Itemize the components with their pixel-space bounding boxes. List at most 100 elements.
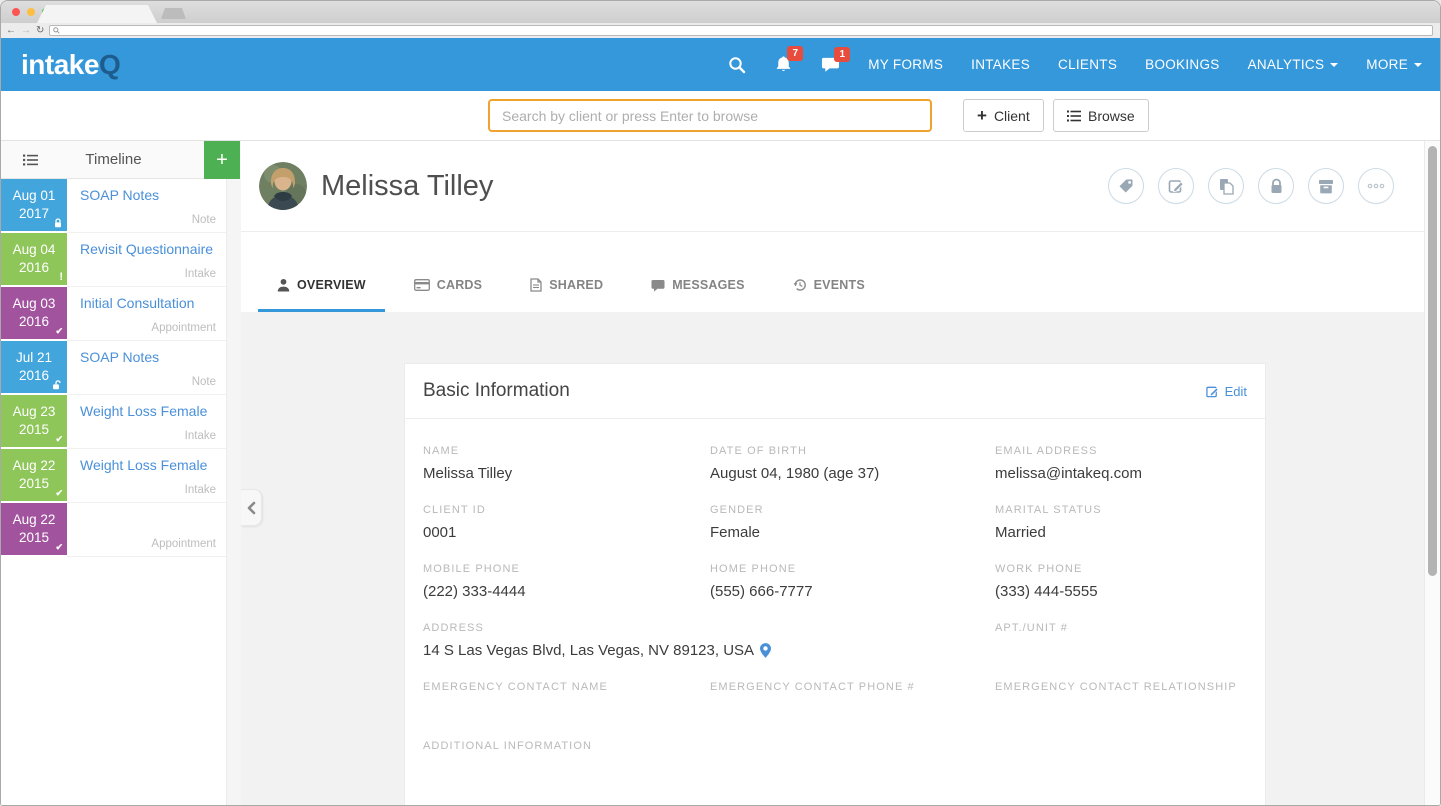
browser-titlebar (1, 1, 1440, 23)
edit-icon (1168, 178, 1184, 194)
timeline-entry-title[interactable]: Weight Loss Female (80, 403, 216, 419)
field-mobile-phone: MOBILE PHONE (222) 333-4444 (423, 563, 710, 601)
add-timeline-item-button[interactable]: + (204, 141, 240, 179)
sidebar-collapse-handle[interactable] (241, 489, 262, 526)
nav-item-analytics[interactable]: ANALYTICS (1248, 57, 1339, 72)
card-title: Basic Information (423, 380, 570, 402)
lock-button[interactable] (1258, 168, 1294, 204)
bell-badge: 7 (787, 46, 803, 61)
avatar[interactable] (259, 162, 307, 210)
timeline-entry[interactable]: Aug 222015 ✔ Appointment (1, 503, 226, 557)
nav-item-more[interactable]: MORE (1366, 57, 1422, 72)
field-emergency-contact-name: EMERGENCY CONTACT NAME (423, 681, 710, 719)
lock-icon (53, 218, 63, 228)
field-date-of-birth: DATE OF BIRTH August 04, 1980 (age 37) (710, 445, 995, 483)
timeline-entry-title[interactable]: Initial Consultation (80, 295, 216, 311)
check-icon: ✔ (55, 435, 63, 444)
logo-intake-text: intake (21, 49, 99, 80)
logo-q-text: Q (99, 49, 120, 80)
tab-overview[interactable]: OVERVIEW (258, 278, 385, 312)
nav-item-clients[interactable]: CLIENTS (1058, 57, 1117, 72)
check-icon: ✔ (55, 327, 63, 336)
timeline-entry-type: Note (192, 376, 216, 388)
browse-button[interactable]: Browse (1053, 99, 1149, 132)
tab-cards[interactable]: CARDS (395, 278, 501, 312)
client-search-input[interactable] (488, 99, 932, 132)
vertical-scrollbar (1424, 141, 1440, 806)
timeline-entry[interactable]: Aug 042016 ! Revisit Questionnaire Intak… (1, 233, 226, 287)
tab-shared[interactable]: SHARED (511, 278, 622, 312)
client-detail-panel: Melissa Tilley (241, 141, 1424, 806)
timeline-entry-type: Intake (185, 430, 216, 442)
edit-basic-info-link[interactable]: Edit (1206, 384, 1247, 399)
basic-information-card: Basic Information Edit NAME Melissa Till… (404, 363, 1266, 806)
browser-window: ← → ↻ intakeQ 7 1 MY FORMS INTAKES CLIEN… (0, 0, 1441, 806)
nav-item-intakes[interactable]: INTAKES (971, 57, 1030, 72)
scrollbar-thumb[interactable] (1428, 146, 1437, 576)
exclamation-icon: ! (59, 273, 63, 282)
timeline-entry-type: Intake (185, 268, 216, 280)
timeline-entry[interactable]: Jul 212016 SOAP Notes Note (1, 341, 226, 395)
client-header: Melissa Tilley (241, 141, 1424, 232)
comment-icon (651, 279, 665, 292)
timeline-entry[interactable]: Aug 232015 ✔ Weight Loss Female Intake (1, 395, 226, 449)
user-icon (277, 278, 290, 292)
timeline-entry-date: Aug 032016 ✔ (1, 287, 67, 339)
timeline-entry[interactable]: Aug 012017 SOAP Notes Note (1, 179, 226, 233)
tag-button[interactable] (1108, 168, 1144, 204)
navbar-search-icon[interactable] (728, 56, 746, 74)
edit-button[interactable] (1158, 168, 1194, 204)
field-home-phone: HOME PHONE (555) 666-7777 (710, 563, 995, 601)
minimize-window-button[interactable] (27, 8, 35, 16)
nav-item-bookings[interactable]: BOOKINGS (1145, 57, 1219, 72)
browser-tab[interactable] (37, 5, 157, 23)
timeline-entry-title[interactable]: Revisit Questionnaire (80, 241, 216, 257)
field-name: NAME Melissa Tilley (423, 445, 710, 483)
tab-events[interactable]: EVENTS (774, 278, 884, 312)
timeline-entry-title[interactable]: SOAP Notes (80, 349, 216, 365)
add-client-button[interactable]: +Client (963, 99, 1044, 132)
app-logo: intakeQ (21, 49, 120, 81)
close-window-button[interactable] (12, 8, 20, 16)
field-emergency-contact-phone: EMERGENCY CONTACT PHONE # (710, 681, 995, 719)
messages-bubble-icon[interactable]: 1 (821, 56, 840, 74)
field-additional-information: ADDITIONAL INFORMATION (423, 740, 1247, 778)
back-icon[interactable]: ← (6, 26, 16, 36)
copy-button[interactable] (1208, 168, 1244, 204)
search-icon (53, 27, 60, 34)
more-options-button[interactable] (1358, 168, 1394, 204)
unlock-icon (52, 380, 63, 390)
messages-badge: 1 (834, 47, 850, 62)
edit-icon (1206, 385, 1219, 398)
refresh-icon[interactable]: ↻ (36, 26, 44, 36)
timeline-entry-title[interactable]: SOAP Notes (80, 187, 216, 203)
notifications-bell-icon[interactable]: 7 (774, 55, 793, 74)
field-apt-unit: APT./UNIT # (995, 622, 1247, 660)
timeline-entry[interactable]: Aug 222015 ✔ Weight Loss Female Intake (1, 449, 226, 503)
field-work-phone: WORK PHONE (333) 444-5555 (995, 563, 1247, 601)
field-marital-status: MARITAL STATUS Married (995, 504, 1247, 542)
timeline-entry[interactable]: Aug 032016 ✔ Initial Consultation Appoin… (1, 287, 226, 341)
timeline-entry-date: Aug 042016 ! (1, 233, 67, 285)
plus-icon: + (977, 107, 987, 124)
url-bar[interactable] (49, 25, 1433, 36)
lock-icon (1269, 178, 1284, 194)
field-emergency-contact-relationship: EMERGENCY CONTACT RELATIONSHIP (995, 681, 1247, 719)
timeline-title: Timeline (1, 151, 226, 168)
map-pin-icon[interactable] (760, 643, 771, 658)
timeline-entry-title[interactable]: Weight Loss Female (80, 457, 216, 473)
client-tabs: OVERVIEW CARDS SHARED MESSAGES EVENTS (241, 232, 1424, 312)
client-name: Melissa Tilley (321, 170, 493, 203)
forward-icon[interactable]: → (21, 26, 31, 36)
field-email-address: EMAIL ADDRESS melissa@intakeq.com (995, 445, 1247, 483)
chevron-down-icon (1414, 63, 1422, 67)
overview-content: Basic Information Edit NAME Melissa Till… (241, 312, 1424, 806)
tab-messages[interactable]: MESSAGES (632, 278, 763, 312)
timeline-entry-date: Jul 212016 (1, 341, 67, 393)
check-icon: ✔ (55, 489, 63, 498)
new-tab-button[interactable] (161, 8, 186, 19)
archive-button[interactable] (1308, 168, 1344, 204)
timeline-header: Timeline + (1, 141, 226, 179)
timeline-entry-date: Aug 012017 (1, 179, 67, 231)
nav-item-my-forms[interactable]: MY FORMS (868, 57, 943, 72)
